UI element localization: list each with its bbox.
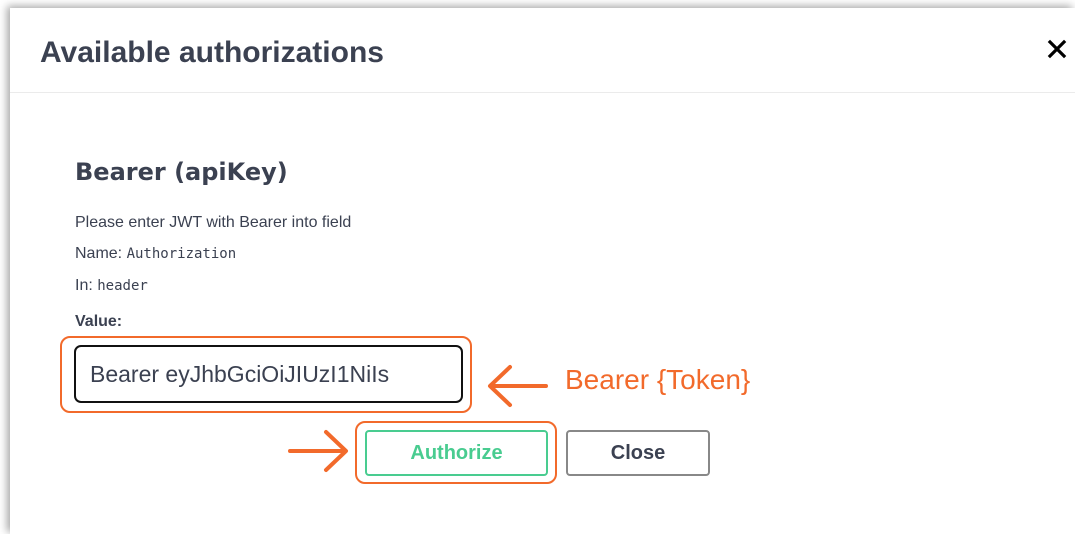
- dialog-title: Available authorizations: [40, 36, 384, 69]
- token-hint-annotation: Bearer {Token}: [565, 364, 751, 395]
- auth-scheme-title: Bearer (apiKey): [75, 158, 288, 186]
- auth-description: Please enter JWT with Bearer into field: [75, 214, 352, 231]
- arrow-left-icon: [488, 365, 548, 407]
- close-x-icon[interactable]: [1046, 38, 1068, 60]
- dialog-header: Available authorizations: [10, 8, 1075, 93]
- auth-name-label: Name:: [75, 245, 127, 262]
- auth-in-value: header: [97, 278, 148, 294]
- value-label: Value:: [75, 313, 123, 330]
- screenshot-frame: Available authorizations Bearer (apiKey)…: [0, 0, 1075, 534]
- auth-name-row: Name: Authorization: [75, 245, 236, 263]
- close-button[interactable]: Close: [566, 430, 710, 476]
- authorize-button[interactable]: Authorize: [365, 430, 548, 476]
- auth-in-label: In:: [75, 277, 98, 294]
- arrow-right-icon: [288, 430, 348, 472]
- authorization-dialog: Available authorizations Bearer (apiKey)…: [10, 8, 1075, 534]
- auth-in-row: In: header: [75, 277, 148, 295]
- token-value-input[interactable]: [74, 345, 463, 403]
- auth-name-value: Authorization: [126, 246, 237, 262]
